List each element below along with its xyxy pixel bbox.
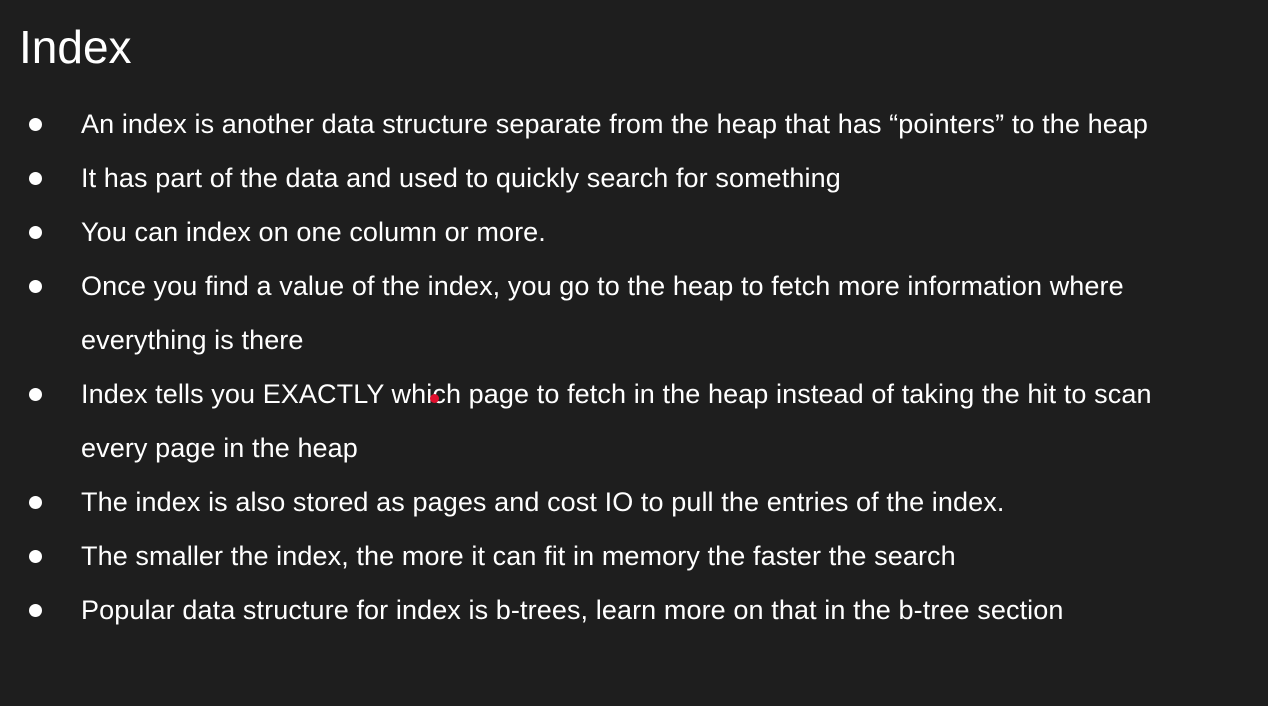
bullet-dot-icon: [29, 226, 42, 239]
bullet-text: Once you find a value of the index, you …: [81, 271, 1124, 355]
bullet-text: An index is another data structure separ…: [81, 109, 1149, 139]
bullet-text: You can index on one column or more.: [81, 217, 546, 247]
bullet-item: The index is also stored as pages and co…: [0, 475, 1268, 529]
bullet-item: It has part of the data and used to quic…: [0, 151, 1268, 205]
bullet-dot-icon: [29, 118, 42, 131]
bullet-dot-icon: [29, 172, 42, 185]
bullet-item: An index is another data structure separ…: [0, 97, 1268, 151]
bullet-dot-icon: [29, 604, 42, 617]
slide-title: Index: [19, 21, 132, 73]
bullet-list: An index is another data structure separ…: [0, 97, 1268, 637]
bullet-item: The smaller the index, the more it can f…: [0, 529, 1268, 583]
laser-pointer-icon: [430, 394, 439, 403]
bullet-text: It has part of the data and used to quic…: [81, 163, 841, 193]
bullet-text: The index is also stored as pages and co…: [81, 487, 1005, 517]
bullet-text: Index tells you EXACTLY which page to fe…: [81, 379, 1152, 463]
bullet-item: You can index on one column or more.: [0, 205, 1268, 259]
bullet-dot-icon: [29, 550, 42, 563]
bullet-text: Popular data structure for index is b-tr…: [81, 595, 1064, 625]
bullet-item: Index tells you EXACTLY which page to fe…: [0, 367, 1268, 475]
bullet-item: Popular data structure for index is b-tr…: [0, 583, 1268, 637]
bullet-dot-icon: [29, 388, 42, 401]
bullet-item: Once you find a value of the index, you …: [0, 259, 1268, 367]
bullet-dot-icon: [29, 496, 42, 509]
slide: Index An index is another data structure…: [0, 0, 1268, 706]
bullet-dot-icon: [29, 280, 42, 293]
bullet-text: The smaller the index, the more it can f…: [81, 541, 956, 571]
